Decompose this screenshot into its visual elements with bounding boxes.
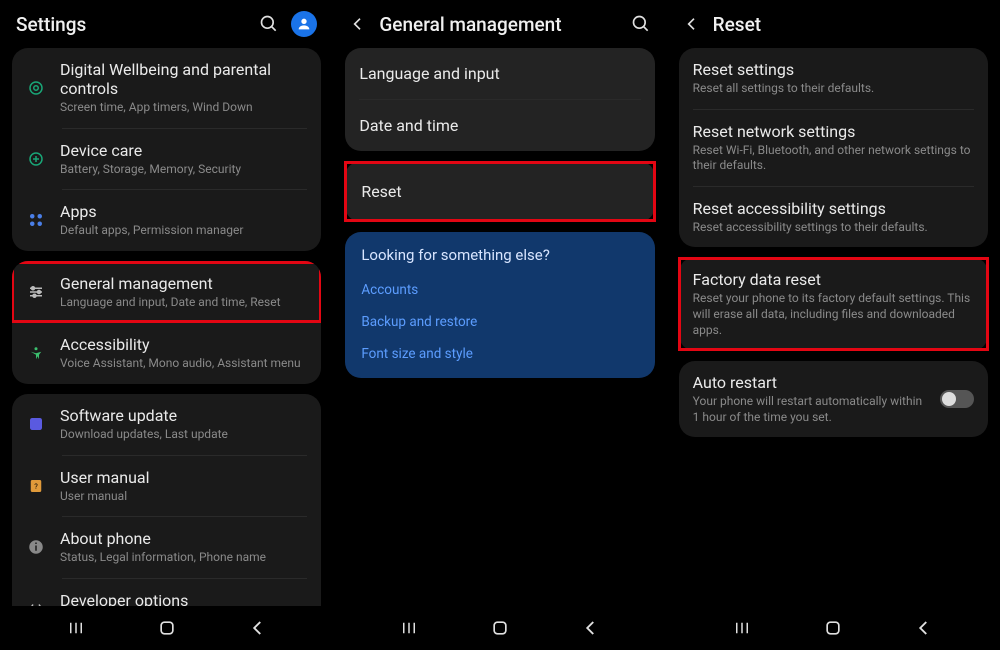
- home-button[interactable]: [487, 615, 513, 641]
- search-icon[interactable]: [631, 14, 651, 34]
- row-label: Reset: [361, 182, 638, 201]
- settings-group-2: General management Language and input, Da…: [12, 261, 321, 384]
- header: Reset: [667, 0, 1000, 48]
- row-language-input[interactable]: Language and input: [345, 48, 654, 99]
- row-accessibility[interactable]: Accessibility Voice Assistant, Mono audio…: [12, 323, 321, 384]
- row-label: Reset accessibility settings: [693, 199, 974, 218]
- search-icon[interactable]: [259, 14, 279, 34]
- back-icon[interactable]: [683, 15, 701, 33]
- row-date-time[interactable]: Date and time: [345, 100, 654, 151]
- apps-icon: [26, 210, 46, 230]
- row-about-phone[interactable]: About phone Status, Legal information, Ph…: [12, 517, 321, 578]
- row-reset-settings[interactable]: Reset settings Reset all settings to thei…: [679, 48, 988, 109]
- row-reset[interactable]: Reset: [344, 161, 655, 222]
- header: General management: [333, 0, 666, 48]
- general-management-screen: General management Language and input Da…: [333, 0, 666, 650]
- link-backup-restore[interactable]: Backup and restore: [345, 306, 654, 338]
- row-label: Factory data reset: [693, 270, 974, 289]
- row-label: Auto restart: [693, 373, 926, 392]
- row-label: General management: [60, 274, 307, 293]
- row-apps[interactable]: Apps Default apps, Permission manager: [12, 190, 321, 251]
- auto-restart-toggle[interactable]: [940, 390, 974, 408]
- row-device-care[interactable]: Device care Battery, Storage, Memory, Sec…: [12, 129, 321, 190]
- settings-group-1: Digital Wellbeing and parental controls S…: [12, 48, 321, 251]
- row-label: Reset network settings: [693, 122, 974, 141]
- row-label: Apps: [60, 202, 307, 221]
- back-button[interactable]: [245, 615, 271, 641]
- reset-group-factory: Factory data reset Reset your phone to it…: [679, 257, 988, 351]
- looking-title: Looking for something else?: [345, 232, 654, 274]
- row-sub: Default apps, Permission manager: [60, 223, 307, 239]
- row-developer-options[interactable]: Developer optionsDeveloper options: [12, 579, 321, 606]
- home-button[interactable]: [820, 615, 846, 641]
- row-sub: Reset all settings to their defaults.: [693, 81, 974, 97]
- nav-bar: [0, 606, 333, 650]
- row-sub: Status, Legal information, Phone name: [60, 550, 307, 566]
- settings-group-3: Software update Download updates, Last up…: [12, 394, 321, 606]
- row-general-management[interactable]: General management Language and input, Da…: [12, 261, 321, 324]
- row-label: Reset settings: [693, 60, 974, 79]
- back-button[interactable]: [911, 615, 937, 641]
- row-label: Digital Wellbeing and parental controls: [60, 60, 307, 98]
- back-icon[interactable]: [349, 15, 367, 33]
- row-reset-network[interactable]: Reset network settings Reset Wi-Fi, Bluet…: [679, 110, 988, 186]
- reset-group-auto: Auto restart Your phone will restart auto…: [679, 361, 988, 437]
- reset-group-1: Reset settings Reset all settings to thei…: [679, 48, 988, 247]
- looking-for-card: Looking for something else? Accounts Bac…: [345, 232, 654, 378]
- dev-icon: [26, 599, 46, 606]
- row-label: User manual: [60, 468, 307, 487]
- row-label: About phone: [60, 529, 307, 548]
- wellbeing-icon: [26, 78, 46, 98]
- row-label: Accessibility: [60, 335, 307, 354]
- device-care-icon: [26, 149, 46, 169]
- row-label: Device care: [60, 141, 307, 160]
- link-font-size[interactable]: Font size and style: [345, 338, 654, 378]
- gm-group-1: Language and input Date and time: [345, 48, 654, 151]
- nav-bar: [667, 606, 1000, 650]
- page-title: Settings: [16, 13, 247, 36]
- row-sub: Your phone will restart automatically wi…: [693, 394, 926, 425]
- update-icon: [26, 414, 46, 434]
- home-button[interactable]: [154, 615, 180, 641]
- row-sub: Language and input, Date and time, Reset: [60, 295, 307, 311]
- row-label: Language and input: [359, 64, 640, 83]
- row-factory-reset[interactable]: Factory data reset Reset your phone to it…: [678, 257, 989, 351]
- row-sub: Reset your phone to its factory default …: [693, 291, 974, 338]
- row-user-manual[interactable]: ? User manual User manual: [12, 456, 321, 517]
- row-label: Date and time: [359, 116, 640, 135]
- row-sub: Reset Wi-Fi, Bluetooth, and other networ…: [693, 143, 974, 174]
- nav-bar: [333, 606, 666, 650]
- recents-button[interactable]: [396, 615, 422, 641]
- link-accounts[interactable]: Accounts: [345, 274, 654, 306]
- row-sub: Voice Assistant, Mono audio, Assistant m…: [60, 356, 307, 372]
- row-sub: Download updates, Last update: [60, 427, 307, 443]
- profile-avatar[interactable]: [291, 11, 317, 37]
- sliders-icon: [26, 282, 46, 302]
- row-auto-restart[interactable]: Auto restart Your phone will restart auto…: [679, 361, 988, 437]
- row-sub: Reset accessibility settings to their de…: [693, 220, 974, 236]
- row-label: Software update: [60, 406, 307, 425]
- row-sub: Battery, Storage, Memory, Security: [60, 162, 307, 178]
- row-reset-accessibility[interactable]: Reset accessibility settings Reset access…: [679, 187, 988, 248]
- row-label: Developer options: [60, 591, 307, 606]
- recents-button[interactable]: [729, 615, 755, 641]
- accessibility-icon: [26, 344, 46, 364]
- gm-group-reset: Reset: [345, 161, 654, 222]
- row-sub: Screen time, App timers, Wind Down: [60, 100, 307, 116]
- info-icon: [26, 537, 46, 557]
- page-title: General management: [379, 13, 618, 36]
- row-sub: User manual: [60, 489, 307, 505]
- back-button[interactable]: [578, 615, 604, 641]
- row-digital-wellbeing[interactable]: Digital Wellbeing and parental controls S…: [12, 48, 321, 128]
- settings-screen: Settings Digital Wellbeing and parental …: [0, 0, 333, 650]
- header: Settings: [0, 0, 333, 48]
- recents-button[interactable]: [63, 615, 89, 641]
- reset-screen: Reset Reset settings Reset all settings t…: [667, 0, 1000, 650]
- page-title: Reset: [713, 13, 984, 36]
- manual-icon: ?: [26, 476, 46, 496]
- row-software-update[interactable]: Software update Download updates, Last up…: [12, 394, 321, 455]
- svg-text:?: ?: [34, 482, 38, 491]
